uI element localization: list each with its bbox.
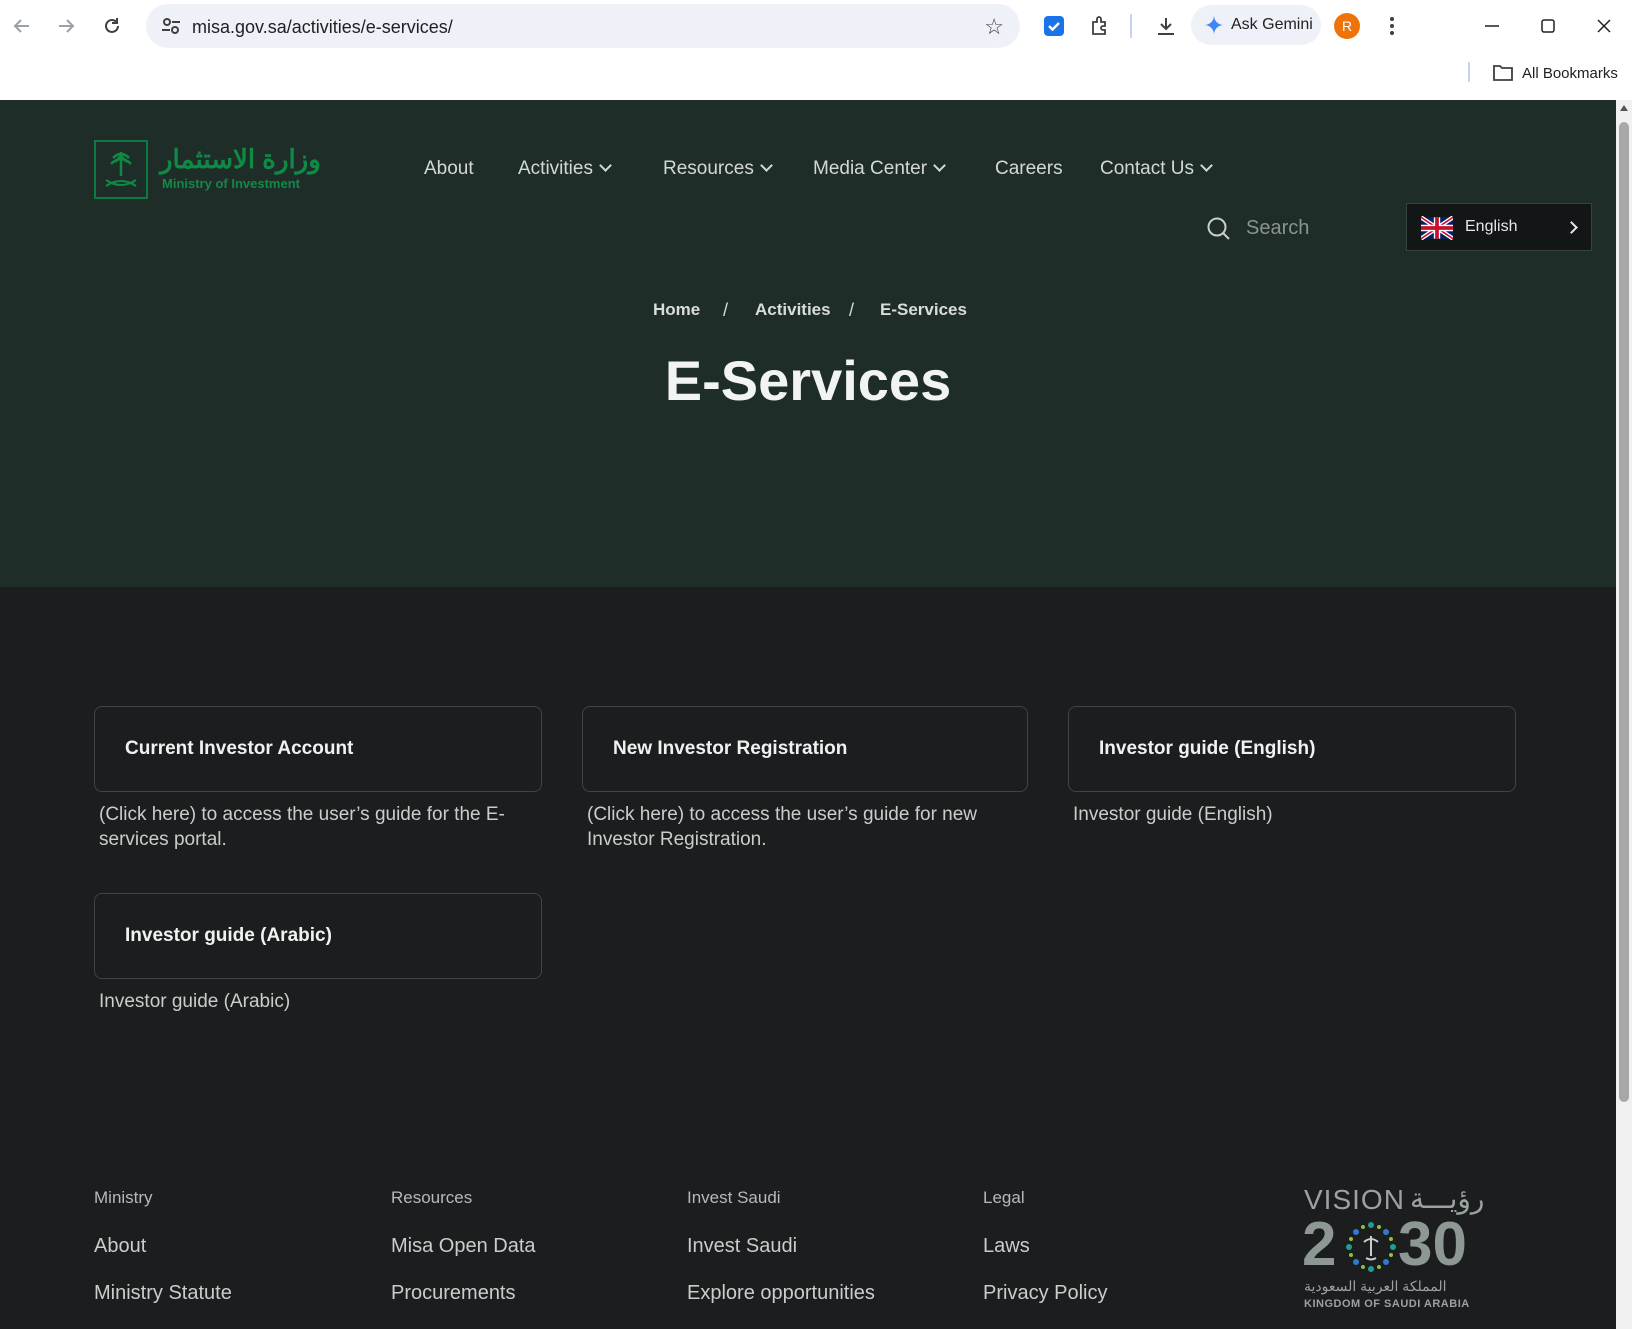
service-card-title: New Investor Registration <box>613 738 848 759</box>
browser-toolbar: misa.gov.sa/activities/e-services/ ☆ Ask… <box>0 0 1632 100</box>
vision-emblem-icon <box>1346 1222 1396 1272</box>
footer-heading-resources: Resources <box>391 1188 473 1207</box>
chevron-down-icon <box>1200 159 1213 172</box>
footer-link-ministry-statute[interactable]: Ministry Statute <box>94 1282 232 1305</box>
breadcrumb: Home / Activities / E-Services <box>0 300 1616 324</box>
close-icon[interactable] <box>1590 12 1618 40</box>
ask-gemini-button[interactable]: Ask Gemini <box>1191 5 1321 45</box>
uk-flag-icon <box>1419 215 1455 245</box>
back-arrow-icon[interactable] <box>8 12 36 40</box>
all-bookmarks-label: All Bookmarks <box>1522 65 1618 82</box>
footer-heading-ministry: Ministry <box>94 1188 153 1207</box>
breadcrumb-separator: / <box>849 300 855 320</box>
site-settings-icon[interactable] <box>160 15 182 42</box>
search-placeholder: Search <box>1246 217 1310 239</box>
breadcrumb-separator: / <box>723 300 729 320</box>
forward-arrow-icon[interactable] <box>52 12 80 40</box>
gemini-spark-icon <box>1203 14 1225 41</box>
service-card-description[interactable]: (Click here) to access the user’s guide … <box>99 802 529 852</box>
extensions-puzzle-icon[interactable] <box>1086 12 1114 40</box>
nav-about[interactable]: About <box>424 158 474 180</box>
vision-2030-logo[interactable]: VISION رؤيـــة 2 30 المملكة العربية السع… <box>1302 1183 1492 1314</box>
bookmark-star-icon[interactable]: ☆ <box>984 14 1004 40</box>
main-navigation: About Activities Resources Media Center … <box>0 158 1616 188</box>
breadcrumb-current: E-Services <box>880 300 967 319</box>
service-card-title: Investor guide (Arabic) <box>125 925 332 946</box>
footer-link-about[interactable]: About <box>94 1235 146 1258</box>
profile-avatar[interactable]: R <box>1334 13 1360 39</box>
nav-careers[interactable]: Careers <box>995 158 1063 180</box>
scrollbar-thumb[interactable] <box>1619 122 1629 1102</box>
maximize-icon[interactable] <box>1534 12 1562 40</box>
nav-media-center[interactable]: Media Center <box>813 158 946 180</box>
nav-activities[interactable]: Activities <box>518 158 612 180</box>
nav-activities-label: Activities <box>518 158 593 179</box>
chevron-right-icon <box>1565 221 1578 234</box>
nav-about-label: About <box>424 158 474 179</box>
bookmark-divider <box>1468 62 1470 82</box>
nav-contact-us-label: Contact Us <box>1100 158 1194 179</box>
footer-link-invest-saudi[interactable]: Invest Saudi <box>687 1235 797 1258</box>
footer-link-privacy-policy[interactable]: Privacy Policy <box>983 1282 1107 1305</box>
footer-link-procurements[interactable]: Procurements <box>391 1282 516 1305</box>
vision-year-digits: 30 <box>1398 1210 1467 1279</box>
nav-resources-label: Resources <box>663 158 754 179</box>
chevron-down-icon <box>759 159 773 172</box>
vision-subtitle: KINGDOM OF SAUDI ARABIA <box>1304 1298 1470 1310</box>
service-card-guide-arabic[interactable]: Investor guide (Arabic) <box>94 893 542 979</box>
toolbar-divider <box>1130 14 1132 38</box>
service-card-description[interactable]: Investor guide (English) <box>1073 802 1503 827</box>
nav-contact-us[interactable]: Contact Us <box>1100 158 1213 180</box>
service-card-title: Current Investor Account <box>125 738 354 759</box>
service-card-title: Investor guide (English) <box>1099 738 1316 759</box>
footer-heading-legal: Legal <box>983 1188 1025 1207</box>
scroll-up-arrow-icon[interactable] <box>1620 105 1628 111</box>
search-field[interactable]: Search <box>1206 214 1386 244</box>
folder-icon <box>1492 63 1514 88</box>
url-text: misa.gov.sa/activities/e-services/ <box>192 17 453 37</box>
chevron-down-icon <box>933 159 946 172</box>
hero-section: وزارة الاستثمار Ministry of Investment A… <box>0 100 1616 587</box>
footer-heading-invest-saudi: Invest Saudi <box>687 1188 781 1207</box>
ask-gemini-label: Ask Gemini <box>1231 16 1313 33</box>
minimize-icon[interactable] <box>1478 12 1506 40</box>
checkbox-extension-icon[interactable] <box>1040 12 1068 40</box>
breadcrumb-activities[interactable]: Activities <box>755 300 831 320</box>
footer-link-open-data[interactable]: Misa Open Data <box>391 1235 536 1258</box>
service-card-current-investor[interactable]: Current Investor Account <box>94 706 542 792</box>
nav-resources[interactable]: Resources <box>663 158 773 180</box>
download-icon[interactable] <box>1152 12 1180 40</box>
breadcrumb-home[interactable]: Home <box>653 300 700 320</box>
language-selector[interactable]: English <box>1406 203 1592 251</box>
nav-media-center-label: Media Center <box>813 158 928 179</box>
page-title: E-Services <box>664 349 952 412</box>
footer-link-explore-opportunities[interactable]: Explore opportunities <box>687 1282 875 1305</box>
reload-icon[interactable] <box>98 12 126 40</box>
chevron-down-icon <box>599 159 612 172</box>
service-card-guide-english[interactable]: Investor guide (English) <box>1068 706 1516 792</box>
page-scrollbar[interactable] <box>1616 100 1632 1329</box>
footer-link-laws[interactable]: Laws <box>983 1235 1030 1258</box>
search-icon <box>1206 216 1232 247</box>
service-card-new-investor[interactable]: New Investor Registration <box>582 706 1028 792</box>
vision-year-digit: 2 <box>1302 1210 1337 1279</box>
nav-careers-label: Careers <box>995 158 1063 179</box>
service-card-description[interactable]: (Click here) to access the user’s guide … <box>587 802 1017 852</box>
more-menu-icon[interactable] <box>1378 12 1406 40</box>
service-card-description[interactable]: Investor guide (Arabic) <box>99 989 529 1014</box>
language-label: English <box>1465 218 1518 235</box>
address-bar[interactable]: misa.gov.sa/activities/e-services/ ☆ <box>146 4 1020 48</box>
vision-arabic-subtitle: المملكة العربية السعودية <box>1304 1278 1447 1294</box>
